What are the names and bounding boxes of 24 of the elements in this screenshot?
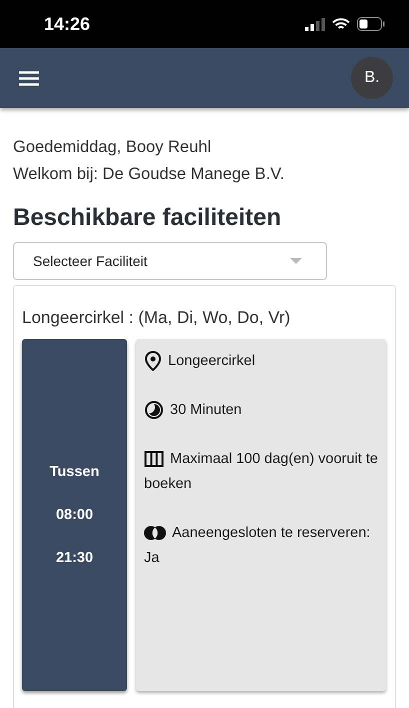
clock-icon — [144, 400, 164, 420]
detail-text: Aaneengesloten te reserveren: Ja — [144, 523, 372, 568]
facility-select[interactable]: Selecteer Faciliteit — [13, 242, 327, 280]
greeting-text: Goedemiddag, Booy Reuhl — [13, 137, 212, 158]
facility-title: Longeercirkel : (Ma, Di, Wo, Do, Vr) — [22, 308, 290, 328]
menu-icon — [19, 70, 39, 86]
columns-icon — [144, 450, 164, 468]
detail-text: Longeercirkel — [144, 349, 378, 374]
time-text: 08:00 — [56, 507, 94, 523]
caret-icon — [290, 258, 302, 264]
detail-text: Maximaal 100 dag(en) vooruit te boeken — [144, 449, 378, 494]
time-text: 21:30 — [56, 550, 94, 566]
location-pin-icon — [144, 351, 162, 372]
signal-icon — [305, 18, 325, 30]
time-text: Tussen — [50, 464, 100, 480]
section-heading: Beschikbare faciliteiten — [13, 204, 282, 232]
wifi-icon — [332, 18, 350, 30]
detail-text: 30 Minuten — [144, 398, 378, 423]
linked-circles-icon — [144, 524, 166, 542]
menu-button[interactable] — [19, 70, 39, 86]
user-avatar[interactable]: B. — [351, 57, 393, 99]
clock-time: 14:26 — [44, 14, 90, 34]
battery-icon — [357, 17, 385, 31]
greeting-text: Welkom bij: De Goudse Manege B.V. — [13, 164, 284, 185]
